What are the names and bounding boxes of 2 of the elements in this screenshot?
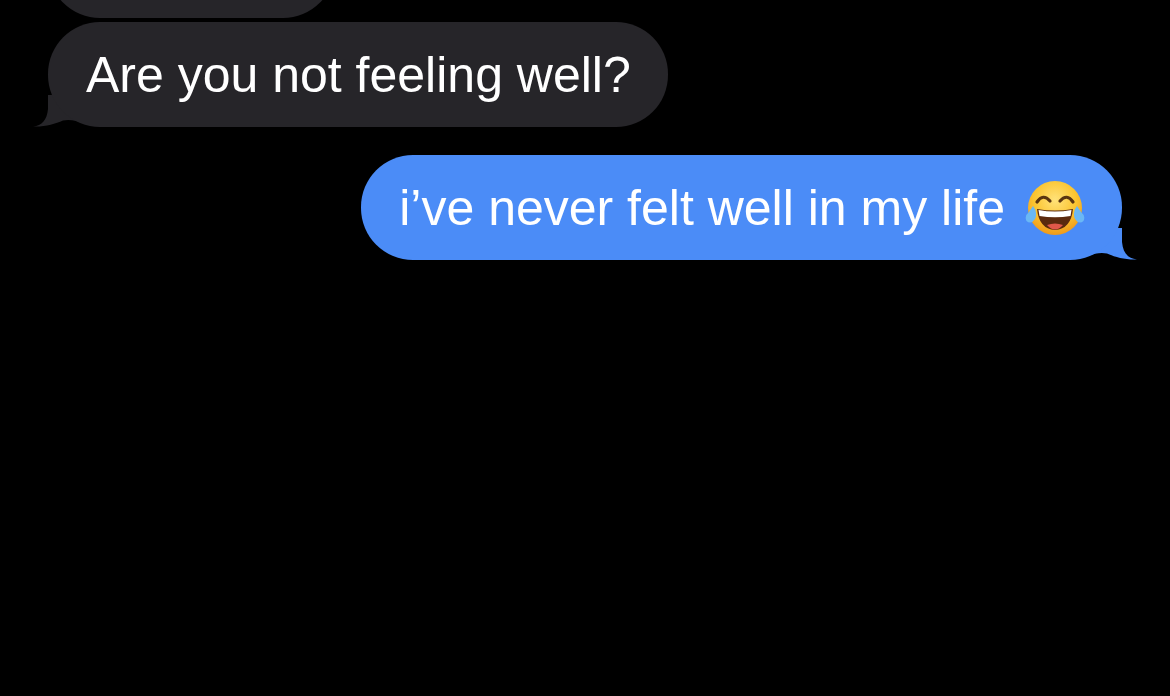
message-text: Are you not feeling well? <box>86 46 631 105</box>
message-text: i’ve never felt well in my life <box>399 179 1005 238</box>
